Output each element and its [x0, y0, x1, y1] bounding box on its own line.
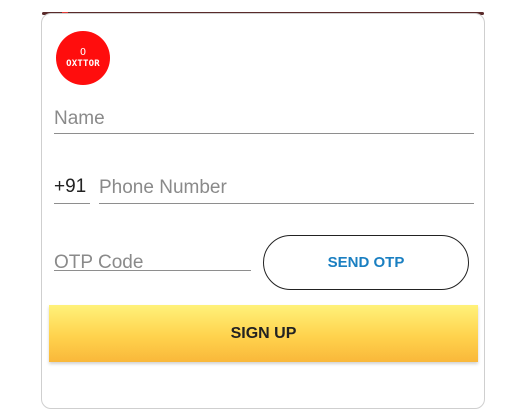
country-code-underline [54, 203, 90, 204]
otp-underline [54, 270, 251, 271]
send-otp-button[interactable]: SEND OTP [263, 235, 469, 290]
name-input[interactable] [54, 106, 472, 132]
phone-underline [99, 203, 474, 204]
otp-code-input[interactable] [54, 250, 249, 276]
country-code[interactable]: +91 [54, 176, 90, 200]
name-underline [54, 133, 474, 134]
sign-up-button[interactable]: SIGN UP [49, 305, 478, 362]
logo-mark: O [79, 46, 87, 58]
signup-card: O OXTTOR +91 SEND OTP SIGN UP [41, 13, 485, 409]
phone-number-input[interactable] [99, 175, 473, 201]
logo-name: OXTTOR [66, 58, 100, 69]
app-logo: O OXTTOR [56, 31, 110, 85]
